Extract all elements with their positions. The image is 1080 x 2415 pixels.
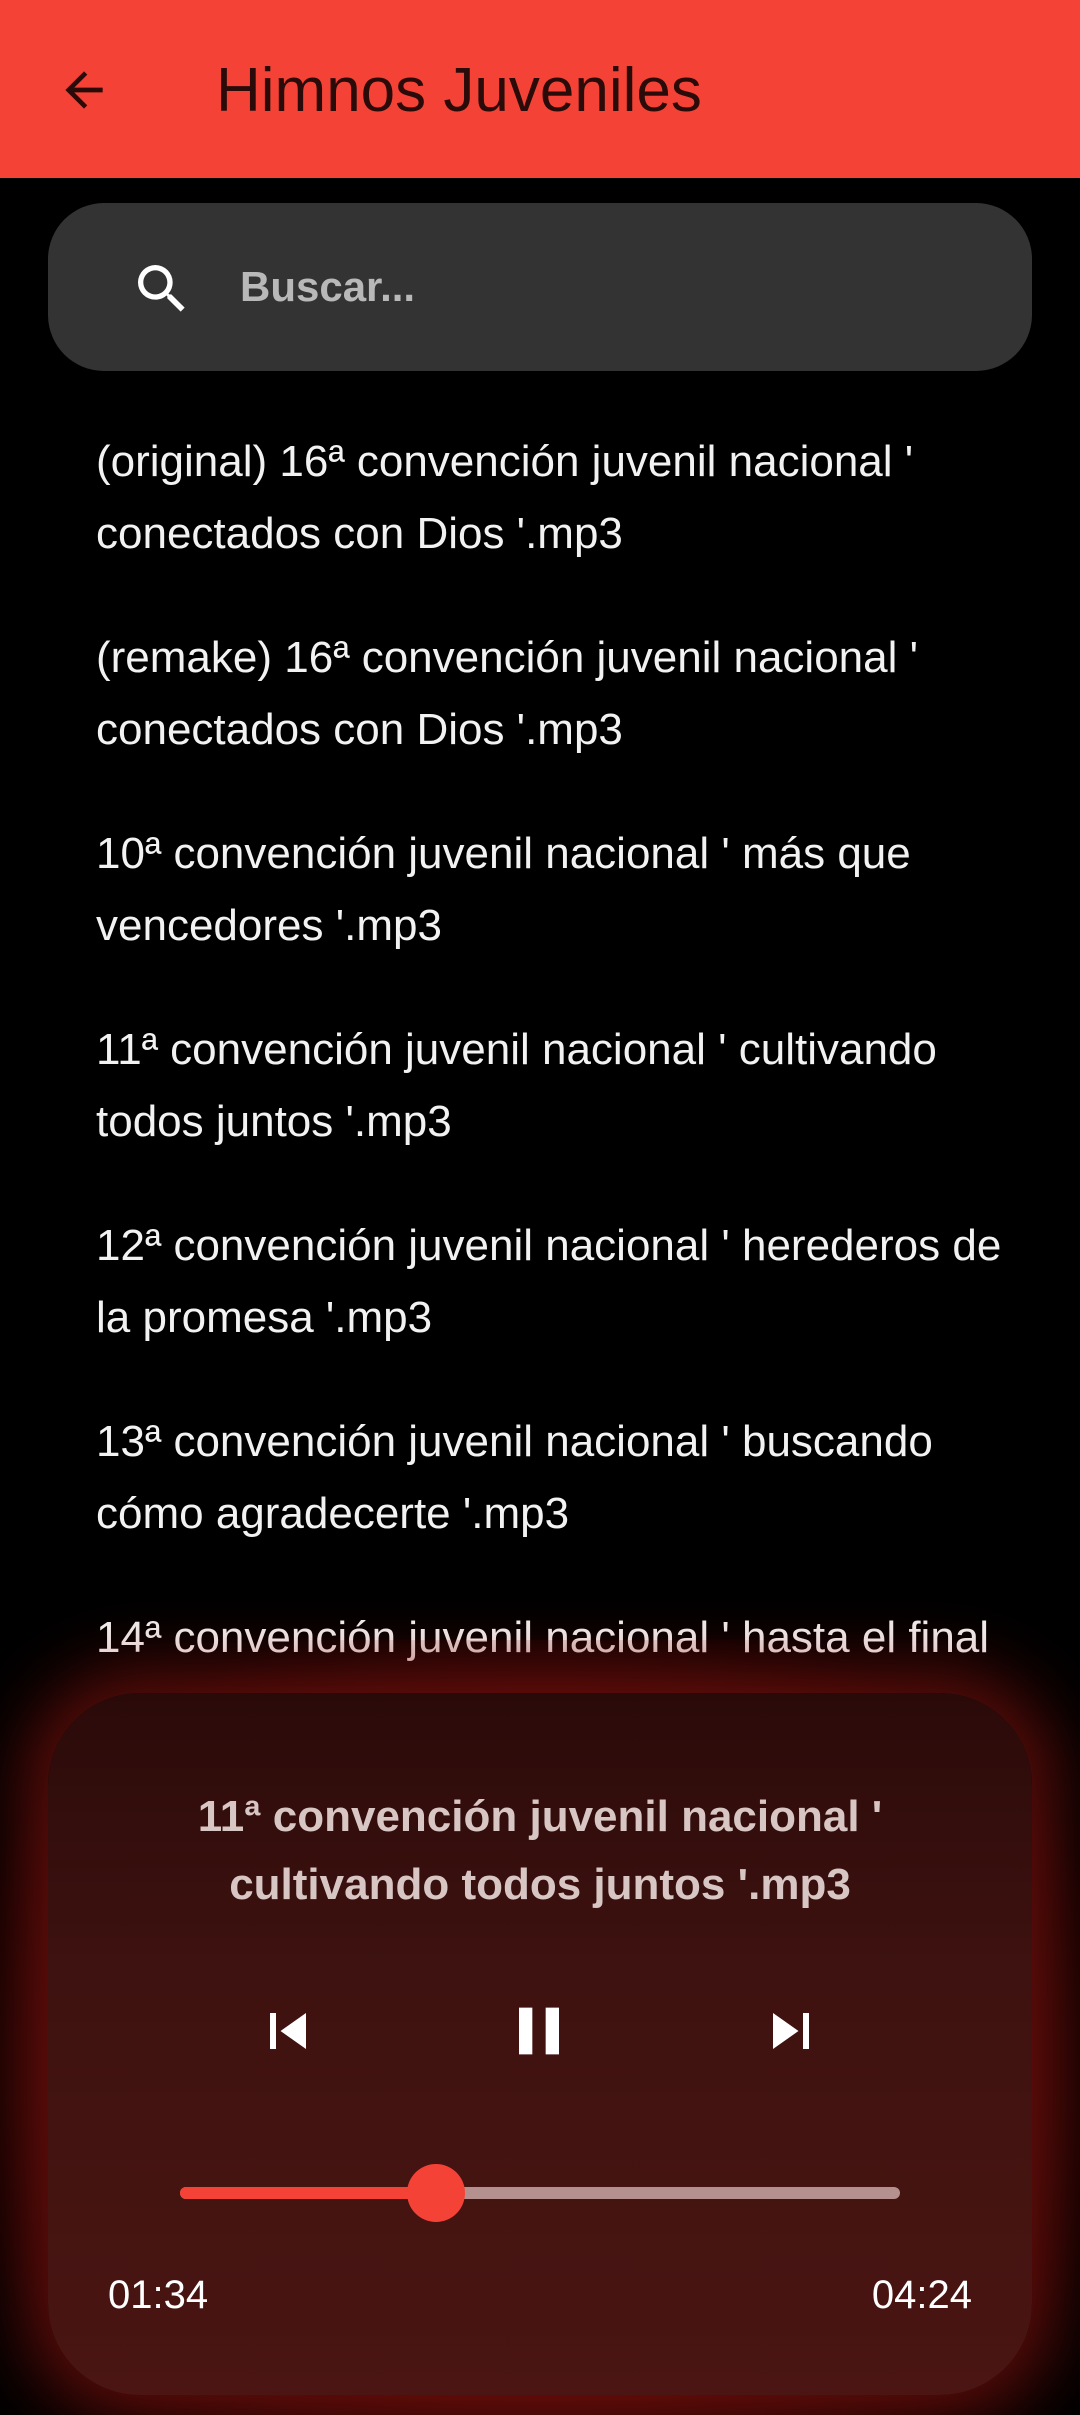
progress-slider[interactable] bbox=[180, 2163, 900, 2223]
list-item[interactable]: 12ª convención juvenil nacional ' herede… bbox=[0, 1184, 1080, 1380]
skip-next-icon bbox=[773, 2013, 809, 2049]
now-playing-title: 11ª convención juvenil nacional ' cultiv… bbox=[197, 1792, 883, 1909]
list-item[interactable]: 10ª convención juvenil nacional ' más qu… bbox=[0, 792, 1080, 988]
back-button[interactable] bbox=[48, 54, 120, 126]
search-icon bbox=[138, 265, 185, 312]
page-title: Himnos Juveniles bbox=[216, 56, 702, 125]
list-item[interactable]: (remake) 16ª convención juvenil nacional… bbox=[0, 596, 1080, 792]
skip-previous-icon bbox=[270, 2013, 306, 2049]
next-button[interactable] bbox=[746, 1986, 836, 2076]
slider-progress bbox=[180, 2187, 436, 2199]
previous-button[interactable] bbox=[243, 1986, 333, 2076]
total-time: 04:24 bbox=[871, 2273, 972, 2317]
arrow-back-icon bbox=[65, 71, 103, 109]
audio-player: 11ª convención juvenil nacional ' cultiv… bbox=[48, 1693, 1032, 2395]
slider-thumb[interactable] bbox=[406, 2164, 465, 2222]
app-bar: Himnos Juveniles bbox=[0, 0, 1080, 178]
pause-icon bbox=[519, 2007, 559, 2055]
search-input[interactable] bbox=[238, 243, 998, 331]
song-list: (original) 16ª convención juvenil nacion… bbox=[0, 400, 1080, 1670]
pause-button[interactable] bbox=[494, 1986, 584, 2076]
search-bar[interactable] bbox=[48, 203, 1032, 371]
list-item[interactable]: 11ª convención juvenil nacional ' cultiv… bbox=[0, 988, 1080, 1184]
current-time: 01:34 bbox=[108, 2273, 209, 2317]
list-item[interactable]: (original) 16ª convención juvenil nacion… bbox=[0, 400, 1080, 596]
list-item[interactable]: 13ª convención juvenil nacional ' buscan… bbox=[0, 1380, 1080, 1576]
